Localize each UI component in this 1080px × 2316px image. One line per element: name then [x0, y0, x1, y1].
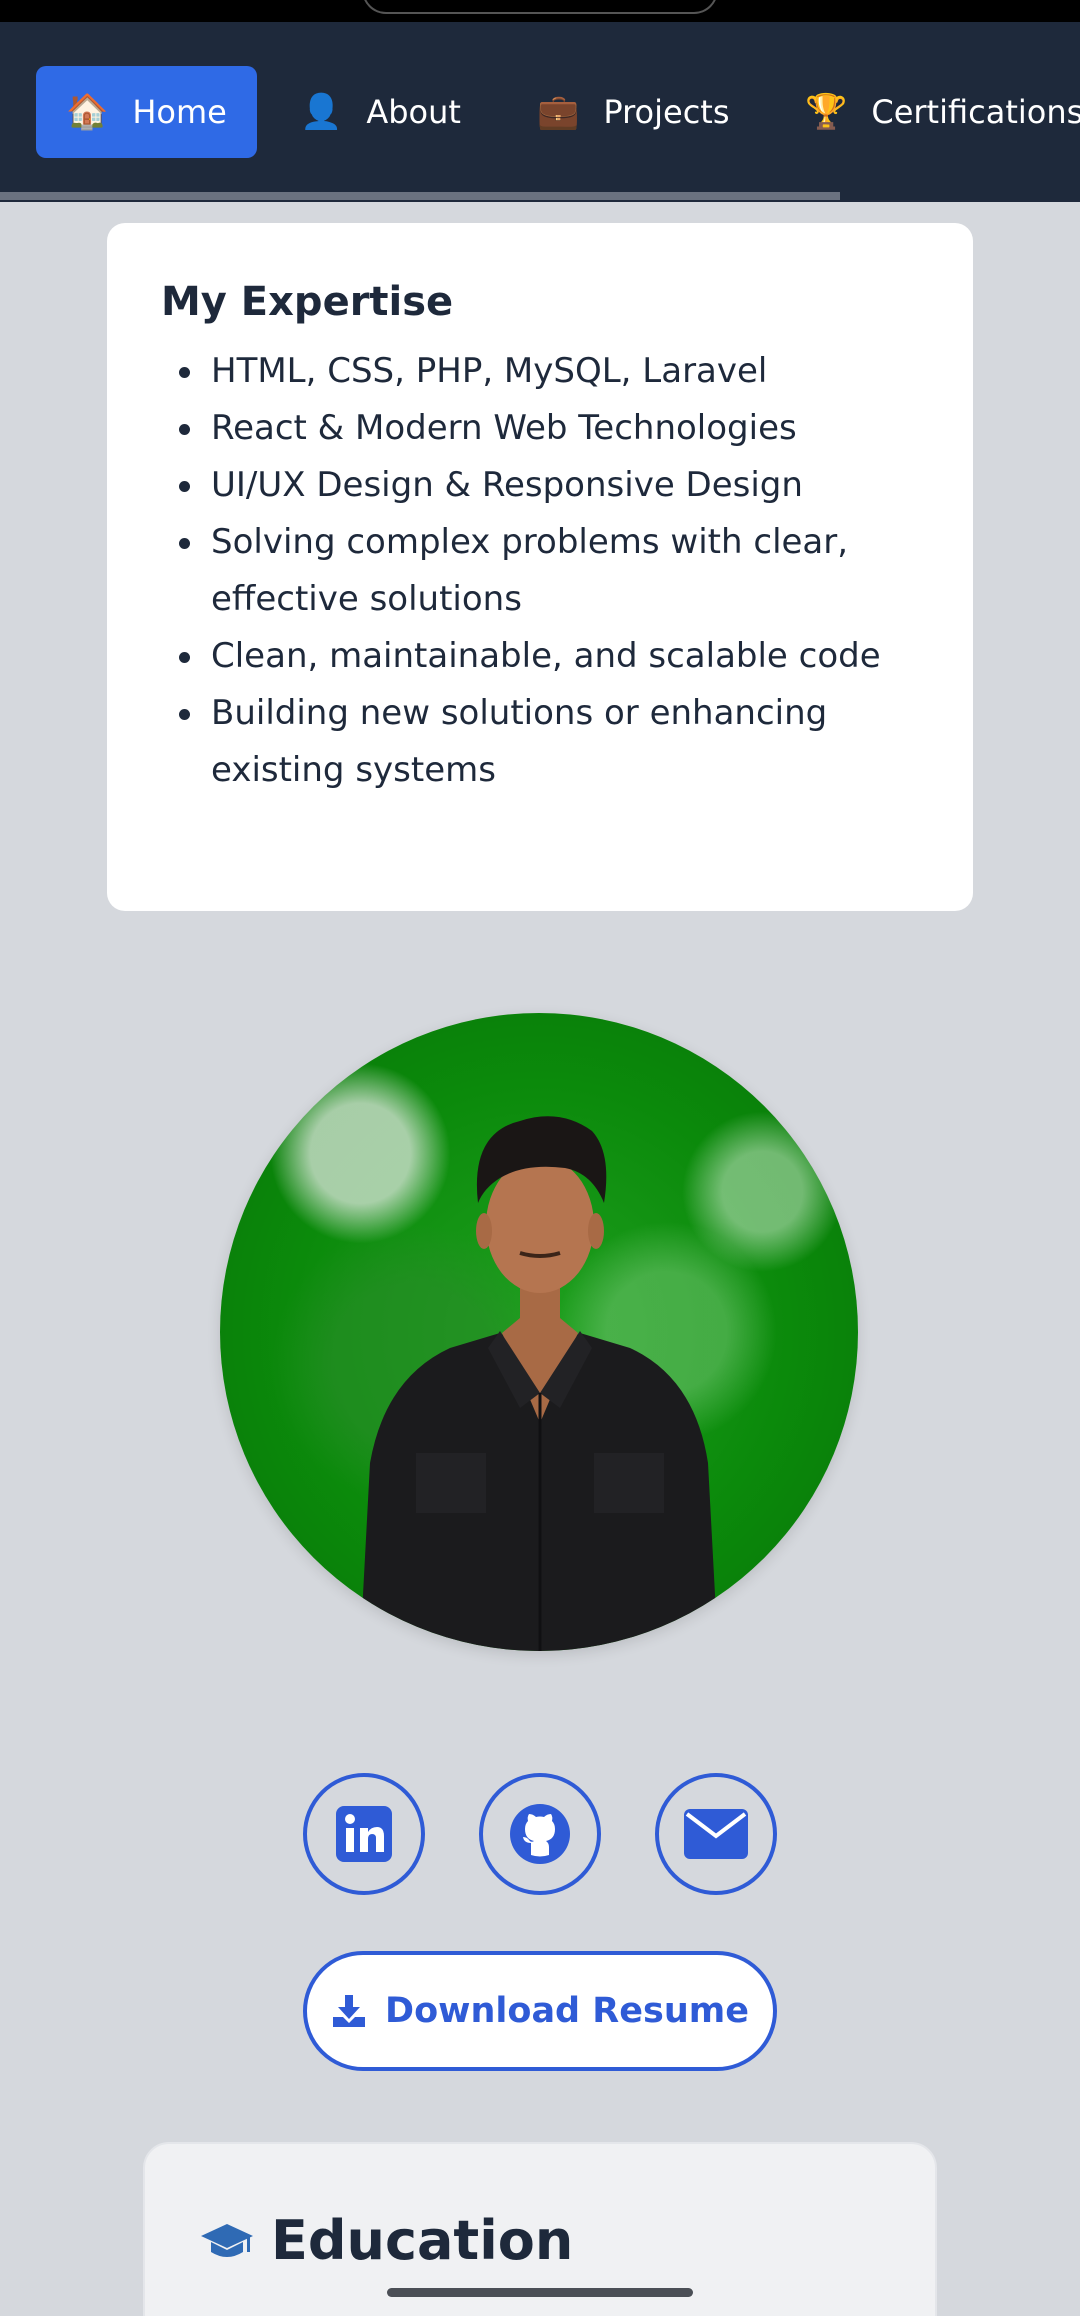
expertise-item: Solving complex problems with clear, eff… [179, 514, 931, 628]
expertise-item: Building new solutions or enhancing exis… [179, 685, 931, 799]
nav-home-label: Home [132, 93, 227, 131]
status-bar [0, 0, 1080, 22]
person-figure [360, 1116, 718, 1651]
camera-notch [362, 0, 718, 14]
github-button[interactable] [479, 1773, 601, 1895]
nav-about-label: About [366, 93, 461, 131]
expertise-title: My Expertise [161, 279, 454, 325]
briefcase-icon: 💼 [537, 92, 580, 132]
nav-home[interactable]: 🏠 Home [36, 66, 257, 158]
linkedin-icon [336, 1806, 392, 1862]
graduation-cap-icon [201, 2224, 253, 2257]
nav-scroll-indicator[interactable] [0, 192, 840, 200]
expertise-item: UI/UX Design & Responsive Design [179, 457, 931, 514]
home-indicator[interactable] [387, 2288, 693, 2297]
nav-projects-label: Projects [603, 93, 730, 131]
email-button[interactable] [655, 1773, 777, 1895]
expertise-item: Clean, maintainable, and scalable code [179, 628, 931, 685]
nav-projects[interactable]: 💼 Projects [507, 66, 760, 158]
education-title: Education [271, 2209, 574, 2272]
expertise-card: My Expertise HTML, CSS, PHP, MySQL, Lara… [107, 223, 973, 911]
nav-about[interactable]: 👤 About [270, 66, 491, 158]
profile-photo [220, 1013, 858, 1651]
linkedin-button[interactable] [303, 1773, 425, 1895]
github-icon [510, 1804, 570, 1864]
expertise-item: HTML, CSS, PHP, MySQL, Laravel [179, 343, 931, 400]
expertise-item: React & Modern Web Technologies [179, 400, 931, 457]
expertise-list: HTML, CSS, PHP, MySQL, Laravel React & M… [179, 343, 931, 799]
download-resume-label: Download Resume [385, 1991, 749, 2031]
home-icon: 🏠 [66, 92, 109, 132]
nav-certifications-label: Certifications [871, 93, 1080, 131]
trophy-icon: 🏆 [805, 92, 848, 132]
nav-certifications[interactable]: 🏆 Certifications [775, 66, 1080, 158]
person-icon: 👤 [300, 92, 343, 132]
download-resume-button[interactable]: Download Resume [303, 1951, 777, 2071]
top-navbar: 🏠 Home 👤 About 💼 Projects 🏆 Certificatio… [0, 22, 1080, 202]
email-icon [684, 1809, 748, 1859]
download-icon [333, 1995, 366, 2027]
